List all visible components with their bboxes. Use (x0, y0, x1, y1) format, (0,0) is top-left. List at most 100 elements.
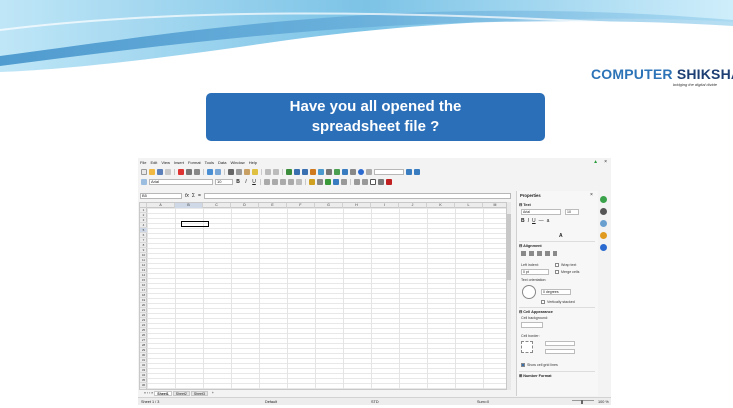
vertical-scrollbar[interactable] (507, 202, 511, 390)
font-color-icon[interactable] (386, 178, 392, 185)
close-icon[interactable]: × (604, 159, 607, 165)
help-icon[interactable] (358, 168, 364, 175)
open-icon[interactable] (149, 168, 155, 175)
status-zoom[interactable]: 100 % (598, 400, 609, 404)
last-sheet-arrow-icon[interactable]: » (151, 391, 153, 395)
status-sum[interactable]: Sum=0 (477, 400, 489, 404)
selected-cell-b5[interactable] (181, 221, 209, 227)
print-preview-icon[interactable] (194, 168, 200, 175)
formula-icon[interactable]: = (198, 193, 201, 199)
find-input[interactable] (374, 168, 404, 175)
spelling-icon[interactable] (207, 168, 213, 175)
autospell-icon[interactable] (215, 168, 221, 175)
find-icon[interactable] (366, 168, 372, 175)
sort-descending-icon[interactable] (302, 168, 308, 175)
styles-tab-icon[interactable] (600, 208, 607, 215)
formula-input[interactable] (203, 193, 511, 199)
show-grid-checkbox[interactable] (521, 363, 525, 367)
new-document-icon[interactable] (141, 168, 147, 175)
email-icon[interactable] (165, 168, 171, 175)
insert-chart-icon[interactable] (318, 168, 324, 175)
hyperlink-icon[interactable] (286, 168, 292, 175)
bold-button[interactable]: B (235, 179, 241, 185)
align-left-icon[interactable] (264, 178, 270, 185)
copy-icon[interactable] (236, 168, 242, 175)
redo-icon[interactable] (273, 168, 279, 175)
sheet-tab-1[interactable]: Sheet1 (154, 390, 172, 396)
sidebar-close-icon[interactable]: × (590, 192, 593, 198)
gallery-icon[interactable] (334, 168, 340, 175)
next-sheet-arrow-icon[interactable]: › (149, 391, 150, 395)
cell-appearance-section-header[interactable]: ⊟ Cell Appearance (519, 309, 553, 314)
percent-format-icon[interactable] (317, 178, 323, 185)
zoom-slider-knob[interactable] (581, 400, 583, 404)
underline-button[interactable]: U (251, 179, 257, 185)
menu-format[interactable]: Format (188, 160, 201, 165)
degrees-spin[interactable]: 0 degrees (541, 289, 571, 295)
menu-edit[interactable]: Edit (150, 160, 157, 165)
export-pdf-icon[interactable] (178, 168, 184, 175)
previous-sheet-arrow-icon[interactable]: ‹ (147, 391, 148, 395)
align-right-icon[interactable] (280, 178, 286, 185)
find-next-icon[interactable] (406, 168, 412, 175)
sidebar-size-dropdown[interactable]: 10 (565, 209, 579, 215)
navigator-icon[interactable] (326, 168, 332, 175)
border-line-color-dropdown[interactable] (545, 349, 575, 354)
menu-window[interactable]: Window (230, 160, 244, 165)
alignment-buttons[interactable] (521, 251, 557, 256)
first-sheet-arrow-icon[interactable]: « (144, 391, 146, 395)
menu-tools[interactable]: Tools (205, 160, 214, 165)
add-decimal-icon[interactable] (341, 178, 347, 185)
functions-tab-icon[interactable] (600, 244, 607, 251)
text-section-header[interactable]: ⊟ Text (519, 202, 531, 207)
wrap-text-checkbox[interactable] (555, 263, 559, 267)
align-center-icon[interactable] (272, 178, 278, 185)
font-color-sidebar-icon[interactable]: A (559, 233, 563, 239)
border-line-style-dropdown[interactable] (545, 341, 575, 346)
zoom-icon[interactable] (350, 168, 356, 175)
autofilter-icon[interactable] (310, 168, 316, 175)
cell-border-selector[interactable] (521, 341, 533, 353)
justify-icon[interactable] (288, 178, 294, 185)
name-box[interactable]: B5 (140, 193, 182, 199)
print-icon[interactable] (186, 168, 192, 175)
sum-icon[interactable]: Σ (192, 193, 195, 199)
alignment-section-header[interactable]: ⊟ Alignment (519, 243, 542, 248)
function-wizard-icon[interactable]: fx (185, 193, 189, 199)
menu-file[interactable]: File (140, 160, 146, 165)
paste-icon[interactable] (244, 168, 250, 175)
number-format-section-header[interactable]: ⊞ Number Format (519, 373, 552, 378)
merge-cells-checkbox[interactable] (555, 270, 559, 274)
zoom-slider[interactable] (572, 400, 594, 401)
sheet-tab-2[interactable]: Sheet2 (172, 390, 190, 396)
menu-help[interactable]: Help (249, 160, 257, 165)
increase-indent-icon[interactable] (354, 178, 360, 185)
sort-ascending-icon[interactable] (294, 168, 300, 175)
cell-area[interactable] (147, 208, 506, 389)
menu-data[interactable]: Data (218, 160, 226, 165)
decrease-indent-icon[interactable] (362, 178, 368, 185)
styles-icon[interactable] (141, 178, 147, 185)
cell-background-dropdown[interactable] (521, 322, 543, 328)
draw-functions-icon[interactable] (342, 168, 348, 175)
find-previous-icon[interactable] (414, 168, 420, 175)
number-format-icon[interactable] (325, 178, 331, 185)
undo-icon[interactable] (265, 168, 271, 175)
sidebar-underline-button[interactable]: U (532, 218, 536, 224)
update-icon[interactable]: ▲ (593, 159, 598, 165)
save-icon[interactable] (157, 168, 163, 175)
orientation-dial[interactable] (522, 285, 536, 299)
sidebar-italic-button[interactable]: I (528, 218, 529, 224)
shadow-icon[interactable]: a (547, 218, 550, 224)
sidebar-bold-button[interactable]: B (521, 218, 525, 224)
menu-view[interactable]: View (161, 160, 170, 165)
spreadsheet-grid[interactable]: A B C D E F G H I J K L M 1 2 3 4 5 6 7 … (139, 202, 507, 390)
row-header[interactable]: 36 (140, 383, 147, 388)
sheet-tab-3[interactable]: Sheet3 (190, 390, 208, 396)
menu-insert[interactable]: Insert (174, 160, 184, 165)
left-indent-spin[interactable]: 0 pt (521, 269, 549, 275)
date-format-icon[interactable] (333, 178, 339, 185)
strikethrough-icon[interactable]: — (539, 218, 544, 224)
merge-center-icon[interactable] (296, 178, 302, 185)
navigator-tab-icon[interactable] (600, 232, 607, 239)
